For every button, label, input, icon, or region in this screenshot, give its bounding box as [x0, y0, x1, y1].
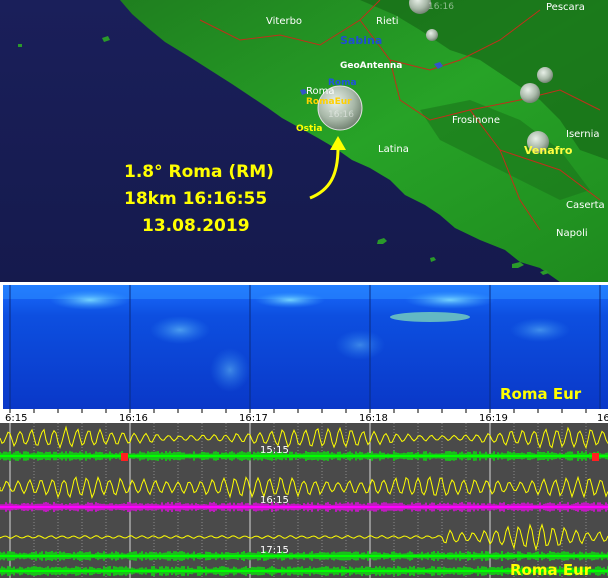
seismic-monitor-view: 16:16 16:16 Viterbo Rieti Pescara Sabina… [0, 0, 608, 578]
station-label-romaeur: RomaEur [306, 97, 352, 107]
city-label: Napoli [556, 228, 588, 239]
city-roma[interactable]: Roma [306, 86, 335, 97]
time-axis-strip [0, 409, 608, 423]
event-magnitude-text: 1.8° Roma (RM) [124, 162, 274, 182]
time-tick-label: 16:19 [479, 413, 508, 424]
city-caserta[interactable]: Caserta [566, 200, 605, 211]
seismic-monitor-canvas: 16:16 16:16 Viterbo Rieti Pescara Sabina… [0, 0, 608, 578]
quake-marker[interactable] [537, 67, 553, 83]
station-label-geoantenna: GeoAntenna [340, 61, 402, 71]
spectrogram-left-edge [0, 285, 3, 409]
island [18, 44, 22, 47]
spectrogram-panel[interactable]: Roma Eur [0, 285, 608, 409]
track-time-label: 16:15 [260, 495, 289, 506]
station-label-sabina: Sabina [340, 34, 382, 47]
quake-marker[interactable] [520, 83, 540, 103]
map-panel[interactable]: 16:16 16:16 Viterbo Rieti Pescara Sabina… [0, 0, 608, 282]
city-label: Isernia [566, 129, 600, 140]
city-rieti[interactable]: Rieti [376, 16, 399, 27]
spectrogram-time-axis: 6:15 16:16 16:17 16:18 16:19 16 [0, 409, 608, 424]
city-pescara[interactable]: Pescara [546, 2, 585, 13]
time-tick-label: 16:16 [119, 413, 148, 424]
city-label: Caserta [566, 200, 605, 211]
track-time-label: 15:15 [260, 445, 289, 456]
city-label: Latina [378, 144, 409, 155]
station-label-venafro: Venafro [524, 144, 573, 157]
event-depth-time-text: 18km 16:16:55 [124, 189, 267, 209]
city-label: Frosinone [452, 115, 500, 126]
city-isernia[interactable]: Isernia [566, 129, 600, 140]
city-latina[interactable]: Latina [378, 144, 409, 155]
event-date-text: 13.08.2019 [142, 216, 250, 236]
city-napoli[interactable]: Napoli [556, 228, 588, 239]
track-time-label: 17:15 [260, 545, 289, 556]
time-tick-label: 16 [597, 413, 608, 424]
quake-marker-time: 16:16 [428, 2, 454, 12]
panel-divider [0, 282, 608, 285]
time-tick-label: 16:17 [239, 413, 268, 424]
quake-marker-time: 16:16 [328, 110, 354, 120]
seismogram-panel[interactable]: 15:15 16:15 17:15 Roma Eur [0, 423, 608, 578]
time-tick-label: 6:15 [5, 413, 27, 424]
time-tick-label: 16:18 [359, 413, 388, 424]
city-label: Viterbo [266, 16, 302, 27]
event-marker [121, 453, 128, 461]
spectrogram-station-label: Roma Eur [500, 385, 582, 403]
city-label: Rieti [376, 16, 399, 27]
quake-marker[interactable] [426, 29, 438, 41]
city-label: Pescara [546, 2, 585, 13]
seismogram-station-label: Roma Eur [510, 561, 592, 578]
city-viterbo[interactable]: Viterbo [266, 16, 302, 27]
city-label: Roma [306, 86, 335, 97]
station-label-ostia: Ostia [296, 124, 322, 134]
city-frosinone[interactable]: Frosinone [452, 115, 500, 126]
event-marker [592, 453, 599, 461]
